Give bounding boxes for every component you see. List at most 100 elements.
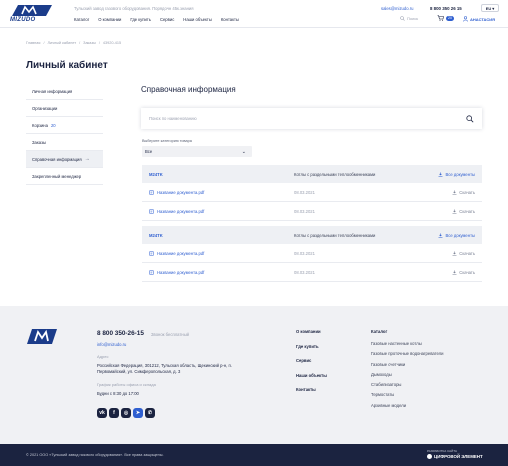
document-row: Название документа.pdf 08.03.2021 Скачат… <box>142 183 482 202</box>
document-search-input[interactable] <box>149 116 449 121</box>
sidebar-item-label: Закрепленный менеджер <box>32 173 82 179</box>
search-icon[interactable] <box>466 114 474 123</box>
sidebar-item-orders[interactable]: Заказы <box>26 134 103 151</box>
document-group: M24TK Котлы с раздельными теплообменника… <box>142 165 482 221</box>
header-email-link[interactable]: sales@mizudo.ru <box>381 6 413 11</box>
document-link[interactable]: Название документа.pdf <box>149 209 294 214</box>
nav-item-service[interactable]: Сервис <box>160 17 174 22</box>
developer-name-row: ЦИФРОВОЙ ЭЛЕМЕНТ <box>427 454 483 459</box>
sidebar-cart-count: 20 <box>50 122 56 128</box>
footer-logo-icon[interactable] <box>26 328 58 345</box>
document-search <box>141 108 482 129</box>
footer-link-service[interactable]: Сервис <box>296 358 327 363</box>
download-icon <box>438 233 443 238</box>
breadcrumb-home[interactable]: Главная <box>26 41 40 45</box>
footer-catalog-item[interactable]: Газовые счетчики <box>371 362 443 367</box>
document-row: Название документа.pdf 08.03.2021 Скачат… <box>142 263 482 282</box>
footer-hours-label: График работы офиса и склада <box>97 382 156 387</box>
nav-item-about[interactable]: О компании <box>98 17 121 22</box>
cart-count-badge: 20 <box>446 15 454 21</box>
language-value: EU <box>485 5 492 11</box>
arrow-right-icon: → <box>84 156 90 162</box>
sidebar-item-cart[interactable]: Корзина 20 <box>26 117 103 134</box>
sidebar-item-organizations[interactable]: Организации <box>26 100 103 117</box>
group-model: M24TK <box>149 232 163 238</box>
breadcrumb-account[interactable]: Личный кабинет <box>48 41 77 45</box>
document-icon <box>149 189 154 195</box>
document-date: 08.03.2021 <box>294 269 315 275</box>
whatsapp-icon[interactable]: ✆ <box>145 408 155 418</box>
download-label: Скачать <box>459 189 475 195</box>
footer-link-about[interactable]: О компании <box>296 329 327 334</box>
breadcrumb-orders[interactable]: Заказы <box>83 41 96 45</box>
download-label: Скачать <box>459 250 475 256</box>
developer-name: ЦИФРОВОЙ ЭЛЕМЕНТ <box>434 454 483 459</box>
copyright: © 2021 ООО «Тульский завод газового обор… <box>26 453 164 457</box>
instagram-icon[interactable]: ◎ <box>121 408 131 418</box>
user-icon <box>463 16 468 22</box>
nav-item-where-to-buy[interactable]: Где купить <box>130 17 151 22</box>
user-name: АНАСТАСИЯ <box>470 16 495 22</box>
footer-catalog-item[interactable]: Архивные модели <box>371 403 443 408</box>
language-selector[interactable]: EU ▾ <box>481 4 499 12</box>
logo[interactable]: MIZUDO <box>10 4 54 24</box>
facebook-icon[interactable]: f <box>109 408 119 418</box>
sidebar-item-personal-info[interactable]: Личная информация <box>26 83 103 100</box>
social-links: vk f ◎ ➤ ✆ <box>97 408 155 418</box>
nav-item-contacts[interactable]: Контакты <box>221 17 239 22</box>
footer-catalog-item[interactable]: Газовые настенные котлы <box>371 341 443 346</box>
developer-label: РАЗРАБОТКА САЙТА <box>427 449 458 453</box>
logo-text: MIZUDO <box>10 17 36 23</box>
download-button[interactable]: Скачать <box>452 190 475 195</box>
sidebar-item-manager[interactable]: Закрепленный менеджер <box>26 168 103 185</box>
user-menu[interactable]: АНАСТАСИЯ <box>463 16 495 22</box>
footer-link-objects[interactable]: Наши объекты <box>296 373 327 378</box>
download-button[interactable]: Скачать <box>452 270 475 275</box>
nav-item-catalog[interactable]: Каталог <box>74 17 89 22</box>
footer-phone[interactable]: 8 800 350-26-15 <box>97 330 144 337</box>
footer-email-link[interactable]: info@mizudo.ru <box>97 342 126 347</box>
download-icon <box>452 251 457 256</box>
download-button[interactable]: Скачать <box>452 209 475 214</box>
tagline: Тульский завод газового оборудования. По… <box>74 6 194 11</box>
sidebar-item-label: Заказы <box>32 139 46 145</box>
all-documents-link[interactable]: Все документы <box>438 172 475 177</box>
download-label: Скачать <box>459 208 475 214</box>
download-label: Скачать <box>459 269 475 275</box>
breadcrumb-current: 43920-415 <box>102 41 122 45</box>
footer-hours: Будни с 8:30 до 17:00 <box>97 391 139 396</box>
download-button[interactable]: Скачать <box>452 251 475 256</box>
cart-button[interactable]: 20 <box>437 15 454 21</box>
footer-link-where-to-buy[interactable]: Где купить <box>296 344 327 349</box>
document-link[interactable]: Название документа.pdf <box>149 251 294 256</box>
developer-logo-icon <box>427 454 432 459</box>
download-icon <box>452 209 457 214</box>
section-title: Справочная информация <box>141 85 236 94</box>
document-link[interactable]: Название документа.pdf <box>149 190 294 195</box>
vk-icon[interactable]: vk <box>97 408 107 418</box>
sidebar-item-reference-info[interactable]: Справочная информация → <box>26 151 103 168</box>
footer-catalog-title[interactable]: Каталог <box>371 329 387 334</box>
header-search[interactable]: Поиск <box>400 16 418 21</box>
footer-catalog-item[interactable]: Дымоходы <box>371 372 443 377</box>
footer-catalog-list: Газовые настенные котлы Газовые проточны… <box>371 341 443 408</box>
page-title: Личный кабинет <box>26 60 108 71</box>
footer-catalog-item[interactable]: Газовые проточные водонагреватели <box>371 351 443 356</box>
nav-item-objects[interactable]: Наши объекты <box>183 17 212 22</box>
developer-credit[interactable]: РАЗРАБОТКА САЙТА ЦИФРОВОЙ ЭЛЕМЕНТ <box>427 449 483 459</box>
document-icon <box>149 208 154 214</box>
footer-address: Российская Федерация, 301212, Тульская о… <box>97 363 232 374</box>
footer-catalog-item[interactable]: Стабилизаторы <box>371 382 443 387</box>
header-phone[interactable]: 8 800 350 26 15 <box>430 6 462 11</box>
sidebar-item-label: Корзина <box>32 122 48 128</box>
document-link[interactable]: Название документа.pdf <box>149 270 294 275</box>
footer-link-contacts[interactable]: Контакты <box>296 387 327 392</box>
all-documents-link[interactable]: Все документы <box>438 233 475 238</box>
category-select[interactable]: Все ⌄ <box>142 146 252 157</box>
group-model: M24TK <box>149 171 163 177</box>
footer-catalog-item[interactable]: Термостаты <box>371 392 443 397</box>
category-label: Выберите категорию товара <box>142 139 192 143</box>
telegram-icon[interactable]: ➤ <box>133 408 143 418</box>
download-icon <box>452 190 457 195</box>
document-group-header: M24TK Котлы с раздельными теплообменника… <box>142 226 482 244</box>
